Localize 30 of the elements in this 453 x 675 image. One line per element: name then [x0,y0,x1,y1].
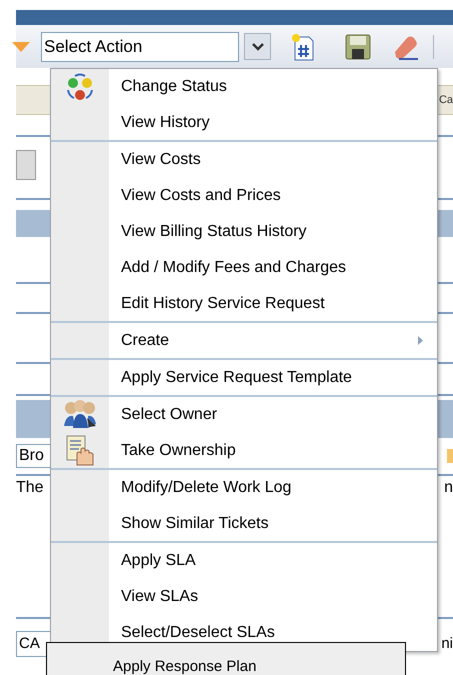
menu-item[interactable]: Select Owner [51,397,437,433]
menu-item[interactable]: Add / Modify Fees and Charges [51,250,437,286]
document-hand-icon [65,434,95,466]
menu-item[interactable]: Apply SLA [51,543,437,579]
dropdown-button[interactable] [244,33,271,60]
menu-item[interactable]: View Costs and Prices [51,178,437,214]
menu-item[interactable]: Modify/Delete Work Log [51,470,437,506]
people-icon [62,400,98,430]
caret-icon [12,40,30,52]
menu-item[interactable]: Show Similar Tickets [51,506,437,543]
submenu-arrow-icon [418,336,423,345]
menu-item[interactable]: Apply Response Plan [113,658,256,675]
description-text: The [16,478,44,498]
chevron-down-icon [252,42,264,50]
menu-item[interactable]: Apply Service Request Template [51,360,437,397]
tab-label[interactable]: Ca [438,92,453,108]
menu-item[interactable]: Change Status [51,69,437,105]
menu-item[interactable]: Take Ownership [51,433,437,470]
menu-item[interactable]: Create [51,323,437,360]
menu-item[interactable]: View Costs [51,142,437,178]
menu-item[interactable]: Edit History Service Request [51,286,437,323]
new-document-icon[interactable] [291,32,315,60]
menu-item[interactable]: View History [51,105,437,142]
action-select[interactable]: Select Action [41,32,239,62]
field-label: ni [441,634,453,654]
menu-item[interactable]: View Billing Status History [51,214,437,250]
description-text: n [444,478,453,498]
note-icon [447,449,453,463]
menu-item[interactable]: View SLAs [51,579,437,615]
colored-dots-cycle-icon [65,72,95,102]
